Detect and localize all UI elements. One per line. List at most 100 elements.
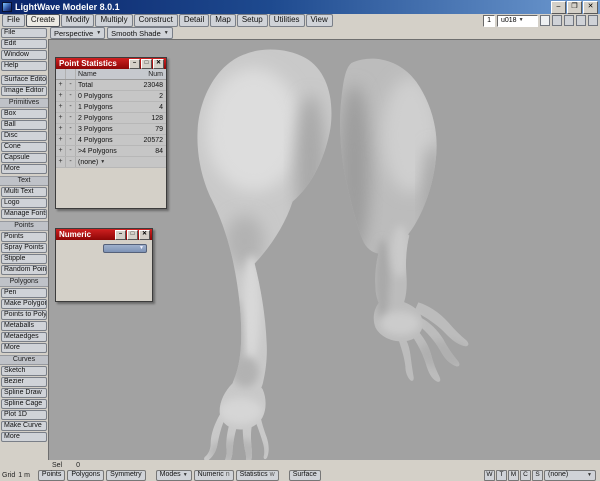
minimize-icon[interactable]: –	[129, 58, 140, 69]
maximize-icon[interactable]: ❐	[567, 0, 582, 14]
layer-button[interactable]	[576, 15, 586, 26]
surface-button[interactable]: Surface	[288, 469, 321, 481]
numeric-button[interactable]: Numeric n	[193, 469, 234, 481]
menu-setup[interactable]: Setup	[236, 14, 268, 27]
select-plus-button[interactable]: +	[56, 146, 66, 156]
deselect-minus-button[interactable]: -	[66, 91, 76, 101]
menu-utilities[interactable]: Utilities	[268, 14, 305, 27]
deselect-minus-button[interactable]: -	[66, 113, 76, 123]
sidebar-item-spline-draw[interactable]: Spline Draw	[1, 388, 47, 398]
modes-dropdown[interactable]: Modes ▼	[155, 469, 192, 481]
symmetry-toggle[interactable]: Symmetry	[106, 469, 146, 481]
sidebar-item-logo[interactable]: Logo	[1, 198, 47, 208]
select-plus-button[interactable]: +	[56, 124, 66, 134]
sidebar-item-spray-points[interactable]: Spray Points	[1, 243, 47, 253]
close-icon[interactable]: ✕	[153, 58, 164, 69]
select-plus-button[interactable]: +	[56, 157, 66, 167]
statistics-button[interactable]: Statistics w	[235, 469, 279, 481]
layer-number-box[interactable]: 1	[483, 14, 495, 27]
view-mode-dropdown[interactable]: Perspective ▼	[50, 27, 106, 39]
deselect-minus-button[interactable]: -	[66, 157, 76, 167]
menu-modify[interactable]: Modify	[60, 14, 95, 27]
close-icon[interactable]: ✕	[583, 0, 598, 14]
menu-construct[interactable]: Construct	[133, 14, 178, 27]
sidebar-item-window[interactable]: Window	[1, 50, 47, 60]
sidebar-item-help[interactable]: Help	[1, 61, 47, 71]
deselect-minus-button[interactable]: -	[66, 80, 76, 90]
polygons-mode-button[interactable]: Polygons	[67, 469, 105, 481]
vmap-morph-button[interactable]: M	[508, 469, 519, 481]
layer-button[interactable]	[552, 15, 562, 26]
maximize-icon[interactable]: □	[141, 58, 152, 69]
column-header-name: Name	[78, 70, 97, 78]
point-statistics-titlebar[interactable]: Point Statistics – □ ✕	[56, 58, 166, 69]
sidebar-item-metaedges[interactable]: Metaedges	[1, 332, 47, 342]
vmap-color-button[interactable]: C	[520, 469, 531, 481]
sidebar-item-disc[interactable]: Disc	[1, 131, 47, 141]
maximize-icon[interactable]: □	[127, 229, 138, 240]
sidebar-item-multi-text[interactable]: Multi Text	[1, 187, 47, 197]
vmap-weight-button[interactable]: W	[484, 469, 495, 481]
vmap-selection-button[interactable]: S	[532, 469, 543, 481]
selection-label: Sel	[52, 461, 63, 469]
menu-map[interactable]: Map	[210, 14, 236, 27]
select-plus-button[interactable]: +	[56, 135, 66, 145]
menu-create[interactable]: Create	[25, 14, 60, 27]
point-set-dropdown[interactable]: (none) ▼	[76, 159, 131, 166]
vmap-texture-button[interactable]: T	[496, 469, 507, 481]
sidebar-item-stipple[interactable]: Stipple	[1, 254, 47, 264]
menu-detail[interactable]: Detail	[178, 14, 210, 27]
sidebar-item-edit[interactable]: Edit	[1, 39, 47, 49]
points-mode-button[interactable]: Points	[37, 469, 66, 481]
sidebar-item-more-polygons[interactable]: More	[1, 343, 47, 353]
deselect-minus-button[interactable]: -	[66, 135, 76, 145]
deselect-minus-button[interactable]: -	[66, 124, 76, 134]
sidebar-item-surface-editor[interactable]: Surface Editor	[1, 75, 47, 85]
sidebar-item-pen[interactable]: Pen	[1, 288, 47, 298]
sidebar-item-make-polygon[interactable]: Make Polygon	[1, 299, 47, 309]
shade-mode-dropdown[interactable]: Smooth Shade ▼	[107, 27, 173, 39]
select-plus-button[interactable]: +	[56, 80, 66, 90]
sidebar-item-cone[interactable]: Cone	[1, 142, 47, 152]
sidebar-item-capsule[interactable]: Capsule	[1, 153, 47, 163]
sidebar-item-ball[interactable]: Ball	[1, 120, 47, 130]
numeric-titlebar[interactable]: Numeric – □ ✕	[56, 229, 152, 240]
sidebar-item-image-editor[interactable]: Image Editor	[1, 86, 47, 96]
chevron-down-icon: ▼	[518, 17, 524, 23]
sidebar-item-box[interactable]: Box	[1, 109, 47, 119]
menu-file[interactable]: File	[2, 14, 25, 27]
sidebar-item-points[interactable]: Points	[1, 232, 47, 242]
menu-view[interactable]: View	[305, 14, 333, 27]
menu-multiply[interactable]: Multiply	[95, 14, 133, 27]
sidebar-item-more-primitives[interactable]: More	[1, 164, 47, 174]
minimize-icon[interactable]: –	[115, 229, 126, 240]
sidebar-item-spline-cage[interactable]: Spline Cage	[1, 399, 47, 409]
sidebar-item-bezier[interactable]: Bezier	[1, 377, 47, 387]
app-icon	[2, 2, 12, 12]
layer-button[interactable]	[588, 15, 598, 26]
close-icon[interactable]: ✕	[139, 229, 150, 240]
select-plus-button[interactable]: +	[56, 113, 66, 123]
sidebar-item-points-to-polys[interactable]: Points to Polys	[1, 310, 47, 320]
sidebar-item-file[interactable]: File	[1, 28, 47, 38]
sidebar-item-random-points[interactable]: Random Points	[1, 265, 47, 275]
vmap-dropdown[interactable]: (none) ▼	[544, 469, 596, 481]
chevron-down-icon: ▼	[163, 29, 169, 36]
select-plus-button[interactable]: +	[56, 91, 66, 101]
layer-button[interactable]	[540, 15, 550, 26]
viewport-toolbar: Perspective ▼ Smooth Shade ▼	[48, 27, 600, 39]
minimize-icon[interactable]: –	[551, 0, 566, 14]
sidebar-item-more-curves[interactable]: More	[1, 432, 47, 442]
deselect-minus-button[interactable]: -	[66, 146, 76, 156]
sidebar-item-make-curve[interactable]: Make Curve	[1, 421, 47, 431]
deselect-minus-button[interactable]: -	[66, 102, 76, 112]
sidebar-item-manage-fonts[interactable]: Manage Fonts	[1, 209, 47, 219]
sidebar-item-sketch[interactable]: Sketch	[1, 366, 47, 376]
sidebar-item-metaballs[interactable]: Metaballs	[1, 321, 47, 331]
select-plus-button[interactable]: +	[56, 102, 66, 112]
layer-button[interactable]	[564, 15, 574, 26]
sidebar-item-plot-1d[interactable]: Plot 1D	[1, 410, 47, 420]
numeric-actions-dropdown[interactable]: ▼	[103, 244, 147, 253]
object-name-dropdown[interactable]: u018 ▼	[497, 14, 538, 27]
shade-mode-value: Smooth Shade	[111, 28, 161, 38]
